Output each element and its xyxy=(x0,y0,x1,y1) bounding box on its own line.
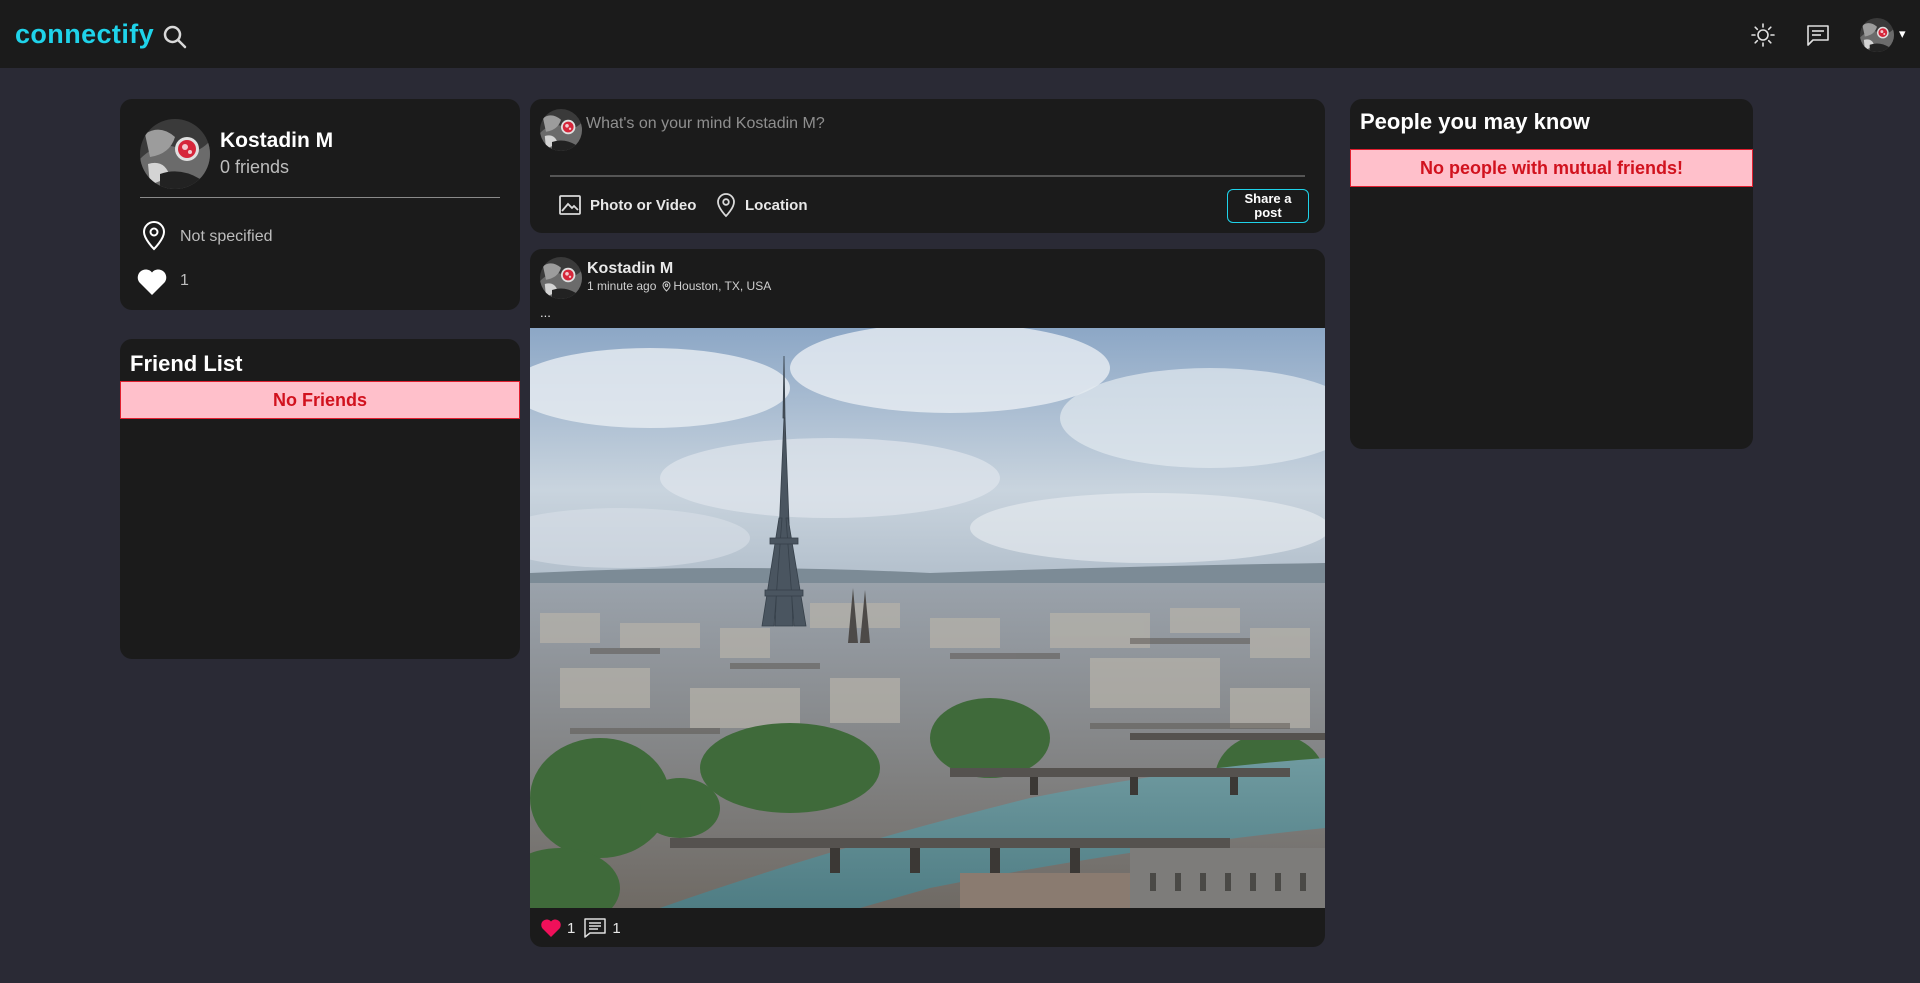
heart-icon xyxy=(541,919,561,937)
location-pin-icon xyxy=(140,221,168,251)
post-text: ... xyxy=(540,305,551,320)
no-mutual-friends-alert: No people with mutual friends! xyxy=(1350,149,1753,187)
search-icon[interactable] xyxy=(162,24,188,50)
people-you-may-know-card: People you may know No people with mutua… xyxy=(1350,99,1753,449)
app-logo[interactable]: connectify xyxy=(15,19,154,50)
like-button[interactable]: 1 xyxy=(540,918,575,938)
profile-likes-count: 1 xyxy=(180,272,189,289)
post-likes-count: 1 xyxy=(567,919,576,937)
profile-location: Not specified xyxy=(180,228,273,245)
post-location: Houston, TX, USA xyxy=(673,279,772,293)
location-pin-icon xyxy=(662,280,671,292)
heart-icon xyxy=(136,267,168,297)
message-icon[interactable] xyxy=(1805,22,1831,48)
sun-icon[interactable] xyxy=(1750,22,1776,48)
location-label: Location xyxy=(745,196,808,214)
profile-avatar[interactable] xyxy=(140,119,210,189)
image-icon xyxy=(559,195,581,215)
post-comments-count: 1 xyxy=(612,919,621,937)
profile-name[interactable]: Kostadin M xyxy=(220,129,333,153)
post-meta: 1 minute ago Houston, TX, USA xyxy=(587,279,771,293)
share-post-button[interactable]: Share a post xyxy=(1227,189,1309,223)
photo-video-button[interactable]: Photo or Video xyxy=(558,190,696,220)
profile-card: Kostadin M 0 friends Not specified 1 xyxy=(120,99,520,310)
post-timestamp: 1 minute ago xyxy=(587,279,657,293)
divider xyxy=(550,175,1305,177)
post-author-avatar[interactable] xyxy=(540,257,582,299)
friend-list-title: Friend List xyxy=(130,351,243,376)
location-button[interactable]: Location xyxy=(715,190,808,220)
post-actions: 1 1 xyxy=(540,918,621,938)
profile-friends-count: 0 friends xyxy=(220,157,290,177)
post-image[interactable] xyxy=(530,328,1325,908)
no-friends-alert: No Friends xyxy=(120,381,520,419)
divider xyxy=(140,197,500,198)
location-pin-icon xyxy=(717,193,735,218)
people-title: People you may know xyxy=(1360,109,1590,134)
caret-down-icon[interactable]: ▾ xyxy=(1899,26,1906,42)
post-card: Kostadin M 1 minute ago Houston, TX, USA… xyxy=(530,249,1325,947)
avatar[interactable] xyxy=(1860,18,1894,52)
post-author-name[interactable]: Kostadin M xyxy=(587,260,673,278)
comment-icon xyxy=(584,918,607,938)
photo-video-label: Photo or Video xyxy=(590,196,697,214)
compose-input[interactable] xyxy=(586,109,1306,139)
compose-avatar xyxy=(540,109,582,151)
compose-post-card: Photo or Video Location Share a post xyxy=(530,99,1325,233)
friend-list-card: Friend List No Friends xyxy=(120,339,520,659)
top-navbar: connectify ▾ xyxy=(0,0,1920,68)
comment-button[interactable]: 1 xyxy=(584,918,621,938)
